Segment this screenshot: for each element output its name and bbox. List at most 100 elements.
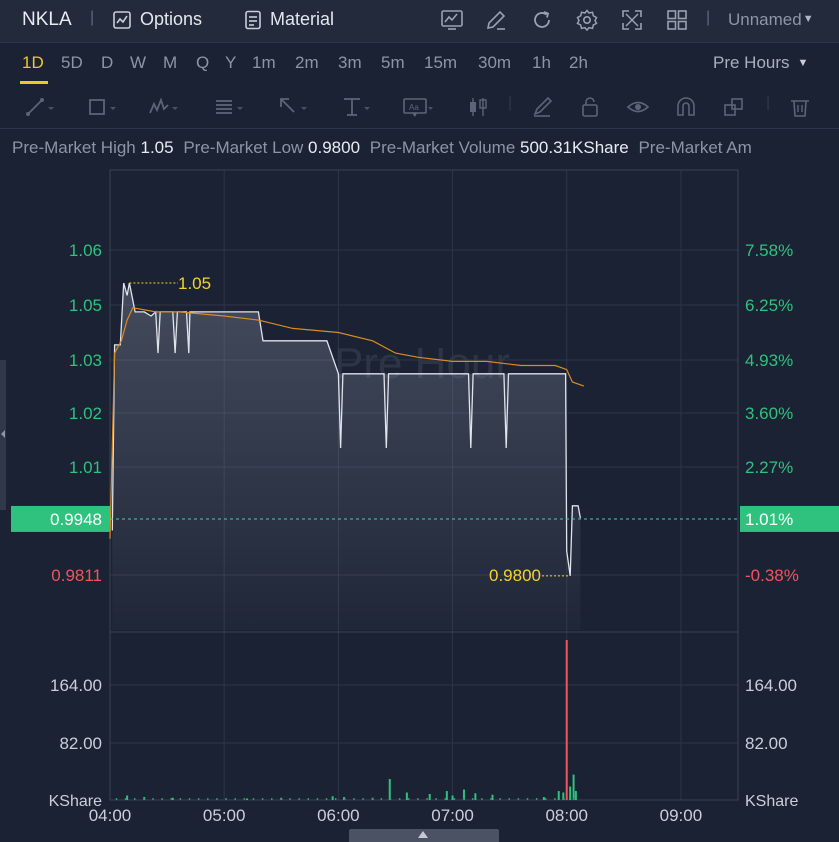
annotation-tool-icon[interactable]: Aa <box>403 95 433 119</box>
time-axis-label: 06:00 <box>317 806 360 825</box>
trash-icon[interactable] <box>788 95 818 119</box>
side-panel-toggle[interactable] <box>0 360 6 510</box>
lock-icon[interactable] <box>578 95 608 119</box>
volume-bar <box>325 798 328 800</box>
timeframe-tab-2m[interactable]: 2m <box>295 53 319 73</box>
volume-bar <box>362 798 364 800</box>
volume-bar <box>491 794 494 800</box>
volume-bar <box>126 795 129 800</box>
time-axis-label: 05:00 <box>203 806 246 825</box>
percent-axis-label: 7.58% <box>745 241 793 260</box>
timeframe-tab-m[interactable]: M <box>163 53 177 73</box>
premarket-high-value: 1.05 <box>140 138 174 157</box>
refresh-icon[interactable] <box>530 8 554 32</box>
session-label: Pre Hours <box>713 53 790 72</box>
percent-axis-label: 4.93% <box>745 351 793 370</box>
volume-bar <box>428 794 431 800</box>
volume-bar <box>572 774 575 800</box>
svg-text:Aa: Aa <box>409 103 419 112</box>
volume-bar <box>133 798 136 800</box>
toolbar-divider: | <box>766 94 771 111</box>
volume-bar <box>462 798 465 800</box>
material-icon <box>245 10 261 29</box>
volume-bar <box>124 798 127 800</box>
options-label: Options <box>140 9 203 29</box>
symbol-title[interactable]: NKLA <box>22 9 72 31</box>
volume-bar <box>143 798 145 800</box>
timeframe-tab-2h[interactable]: 2h <box>569 53 588 73</box>
timeframe-bar: 1D 5D D W M Q Y 1m 2m 3m 5m 15m 30m 1h 2h Pre Hours ▼ <box>0 43 839 85</box>
timeframe-tab-1h[interactable]: 1h <box>532 53 551 73</box>
text-tool-icon[interactable] <box>340 95 370 119</box>
time-axis-label: 09:00 <box>660 806 703 825</box>
candle-tool-icon[interactable] <box>466 95 496 119</box>
chart-scroll-handle[interactable] <box>349 829 499 842</box>
volume-bar <box>152 798 154 800</box>
volume-bar <box>197 798 200 800</box>
settings-icon[interactable] <box>575 8 599 32</box>
options-button[interactable]: Options <box>112 9 202 30</box>
volume-bar <box>398 798 401 800</box>
volume-bar <box>316 798 319 800</box>
premarket-high-label: Pre-Market High <box>12 138 136 157</box>
volume-bar <box>307 798 310 800</box>
timeframe-tab-q[interactable]: Q <box>196 53 209 73</box>
volume-bar <box>234 798 236 800</box>
volume-bar <box>179 798 182 800</box>
volume-axis-label: 164.00 <box>745 676 797 695</box>
volume-bar <box>261 798 264 800</box>
timeframe-tab-1d[interactable]: 1D <box>22 53 44 73</box>
price-axis-label: 1.03 <box>69 351 102 370</box>
grid-icon[interactable] <box>665 8 689 32</box>
magnet-icon[interactable] <box>674 95 704 119</box>
timeframe-tab-d[interactable]: D <box>101 53 113 73</box>
timeframe-tab-5d[interactable]: 5D <box>61 53 83 73</box>
material-button[interactable]: Material <box>244 9 334 30</box>
eye-icon[interactable] <box>626 95 656 119</box>
price-axis-label: 1.06 <box>69 241 102 260</box>
volume-bar <box>246 798 249 800</box>
volume-bar <box>270 798 273 800</box>
timeframe-tab-y[interactable]: Y <box>225 53 236 73</box>
drawing-toolbar: Aa | | <box>0 86 839 129</box>
layers-icon[interactable] <box>722 95 752 119</box>
volume-bar <box>535 798 538 800</box>
reference-price-label: 0.9811 <box>51 566 102 585</box>
rectangle-tool-icon[interactable] <box>86 95 116 119</box>
fib-tool-icon[interactable] <box>213 95 243 119</box>
layout-selector[interactable]: Unnamed▼ <box>728 10 814 30</box>
volume-bar <box>389 798 392 800</box>
percent-axis-label: 6.25% <box>745 296 793 315</box>
chart-icon[interactable] <box>440 8 464 32</box>
premarket-stats: Pre-Market High 1.05 Pre-Market Low 0.98… <box>12 138 752 158</box>
timeframe-tab-30m[interactable]: 30m <box>478 53 511 73</box>
wave-tool-icon[interactable] <box>148 95 178 119</box>
dropdown-caret-icon: ▼ <box>797 57 809 69</box>
current-percent-label: 1.01% <box>745 510 793 529</box>
timeframe-tab-5m[interactable]: 5m <box>381 53 405 73</box>
time-axis-label: 04:00 <box>89 806 132 825</box>
volume-bar <box>417 798 419 800</box>
fullscreen-icon[interactable] <box>620 8 644 32</box>
dropdown-caret-icon: ▼ <box>802 13 814 25</box>
volume-bar <box>344 798 346 800</box>
volume-bar <box>170 798 173 800</box>
timeframe-tab-15m[interactable]: 15m <box>424 53 457 73</box>
edit-icon[interactable] <box>484 8 508 32</box>
volume-bar <box>426 798 428 800</box>
volume-bar <box>508 798 510 800</box>
timeframe-tab-3m[interactable]: 3m <box>338 53 362 73</box>
timeframe-tab-w[interactable]: W <box>130 53 146 73</box>
brush-icon[interactable] <box>530 95 560 119</box>
volume-bar <box>405 792 408 800</box>
volume-bar <box>388 779 391 800</box>
volume-bar <box>565 640 568 800</box>
session-selector[interactable]: Pre Hours ▼ <box>713 53 808 73</box>
price-chart[interactable]: Pre Hour1.061.051.031.021.017.58%6.25%4.… <box>0 165 839 842</box>
line-tool-icon[interactable] <box>24 95 54 119</box>
premarket-amount-label: Pre-Market Am <box>638 138 752 157</box>
timeframe-tab-1m[interactable]: 1m <box>252 53 276 73</box>
current-price-label: 0.9948 <box>50 510 102 529</box>
volume-bar <box>542 797 545 800</box>
arrow-tool-icon[interactable] <box>277 95 307 119</box>
